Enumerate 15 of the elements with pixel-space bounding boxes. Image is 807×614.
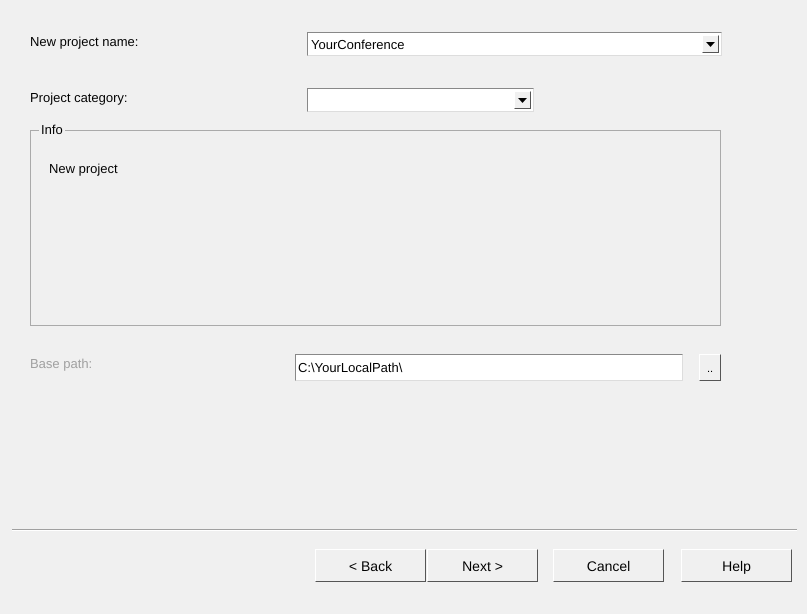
caret-icon — [706, 42, 715, 46]
caret-icon — [518, 98, 527, 102]
field-label: Base path: — [30, 355, 94, 371]
group-title: Info — [39, 122, 65, 137]
wizard-button[interactable]: Next > — [427, 549, 538, 582]
field-label: New project name: — [30, 33, 140, 49]
wizard-button[interactable]: Help — [681, 549, 792, 582]
dropdown-button[interactable] — [514, 91, 531, 109]
dropdown-field[interactable]: YourConference — [307, 32, 722, 56]
info-text: New project — [49, 161, 118, 176]
dropdown-field[interactable] — [307, 88, 534, 112]
field-label: Project category: — [30, 89, 129, 105]
wizard-button[interactable]: Cancel — [553, 549, 664, 582]
dropdown-button[interactable] — [702, 35, 719, 53]
wizard-button[interactable]: < Back — [315, 549, 426, 582]
